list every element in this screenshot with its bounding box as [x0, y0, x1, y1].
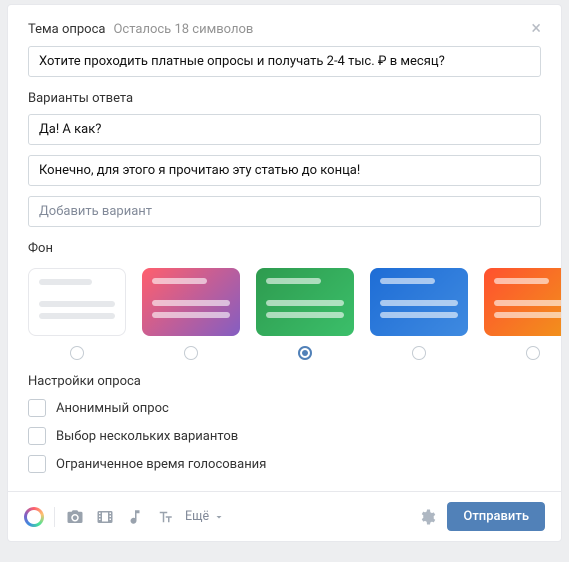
settings-label: Настройки опроса [28, 374, 141, 389]
gear-icon[interactable] [417, 507, 437, 527]
bg-option-white[interactable] [28, 268, 126, 336]
more-button[interactable]: Ещё [185, 509, 225, 524]
setting-label: Анонимный опрос [56, 401, 169, 416]
topic-label: Тема опроса [28, 22, 105, 37]
setting-item[interactable]: Ограниченное время голосования [28, 455, 541, 473]
answer-input[interactable] [28, 114, 541, 145]
topic-remaining: Осталось 18 символов [113, 22, 253, 37]
topic-input[interactable] [28, 46, 541, 77]
bg-option-pink-purple[interactable] [142, 268, 240, 336]
text-format-icon[interactable] [155, 507, 175, 527]
bg-radio[interactable] [70, 346, 84, 360]
answers-label: Варианты ответа [28, 91, 133, 106]
video-icon[interactable] [95, 507, 115, 527]
topic-header: Тема опроса Осталось 18 символов × [28, 20, 541, 38]
bg-radio[interactable] [184, 346, 198, 360]
add-answer-input[interactable] [28, 196, 541, 227]
submit-button[interactable]: Отправить [447, 502, 545, 531]
checkbox[interactable] [28, 455, 46, 473]
checkbox[interactable] [28, 427, 46, 445]
bg-radio[interactable] [412, 346, 426, 360]
background-options [28, 264, 561, 360]
setting-item[interactable]: Анонимный опрос [28, 399, 541, 417]
camera-icon[interactable] [65, 507, 85, 527]
bg-radio[interactable] [526, 346, 540, 360]
answer-input[interactable] [28, 155, 541, 186]
checkbox[interactable] [28, 399, 46, 417]
setting-label: Ограниченное время голосования [56, 457, 266, 472]
more-label: Ещё [185, 509, 209, 524]
panel-body: Тема опроса Осталось 18 символов × Вариа… [8, 5, 561, 487]
setting-label: Выбор нескольких вариантов [56, 429, 238, 444]
poll-editor-panel: Тема опроса Осталось 18 символов × Вариа… [7, 4, 562, 542]
answers-list [28, 114, 541, 237]
close-icon[interactable]: × [531, 20, 541, 38]
music-icon[interactable] [125, 507, 145, 527]
bg-option-green[interactable] [256, 268, 354, 336]
bg-option-orange[interactable] [484, 268, 561, 336]
separator [54, 507, 55, 527]
settings-section: Настройки опроса Анонимный опрос Выбор н… [28, 374, 541, 473]
chevron-down-icon [213, 511, 225, 523]
bg-radio[interactable] [298, 346, 312, 360]
footer: Ещё Отправить [8, 491, 561, 541]
palette-icon[interactable] [24, 507, 44, 527]
setting-item[interactable]: Выбор нескольких вариантов [28, 427, 541, 445]
background-label: Фон [28, 241, 53, 256]
bg-option-blue[interactable] [370, 268, 468, 336]
answers-header: Варианты ответа [28, 91, 541, 106]
background-section: Фон [28, 241, 541, 360]
